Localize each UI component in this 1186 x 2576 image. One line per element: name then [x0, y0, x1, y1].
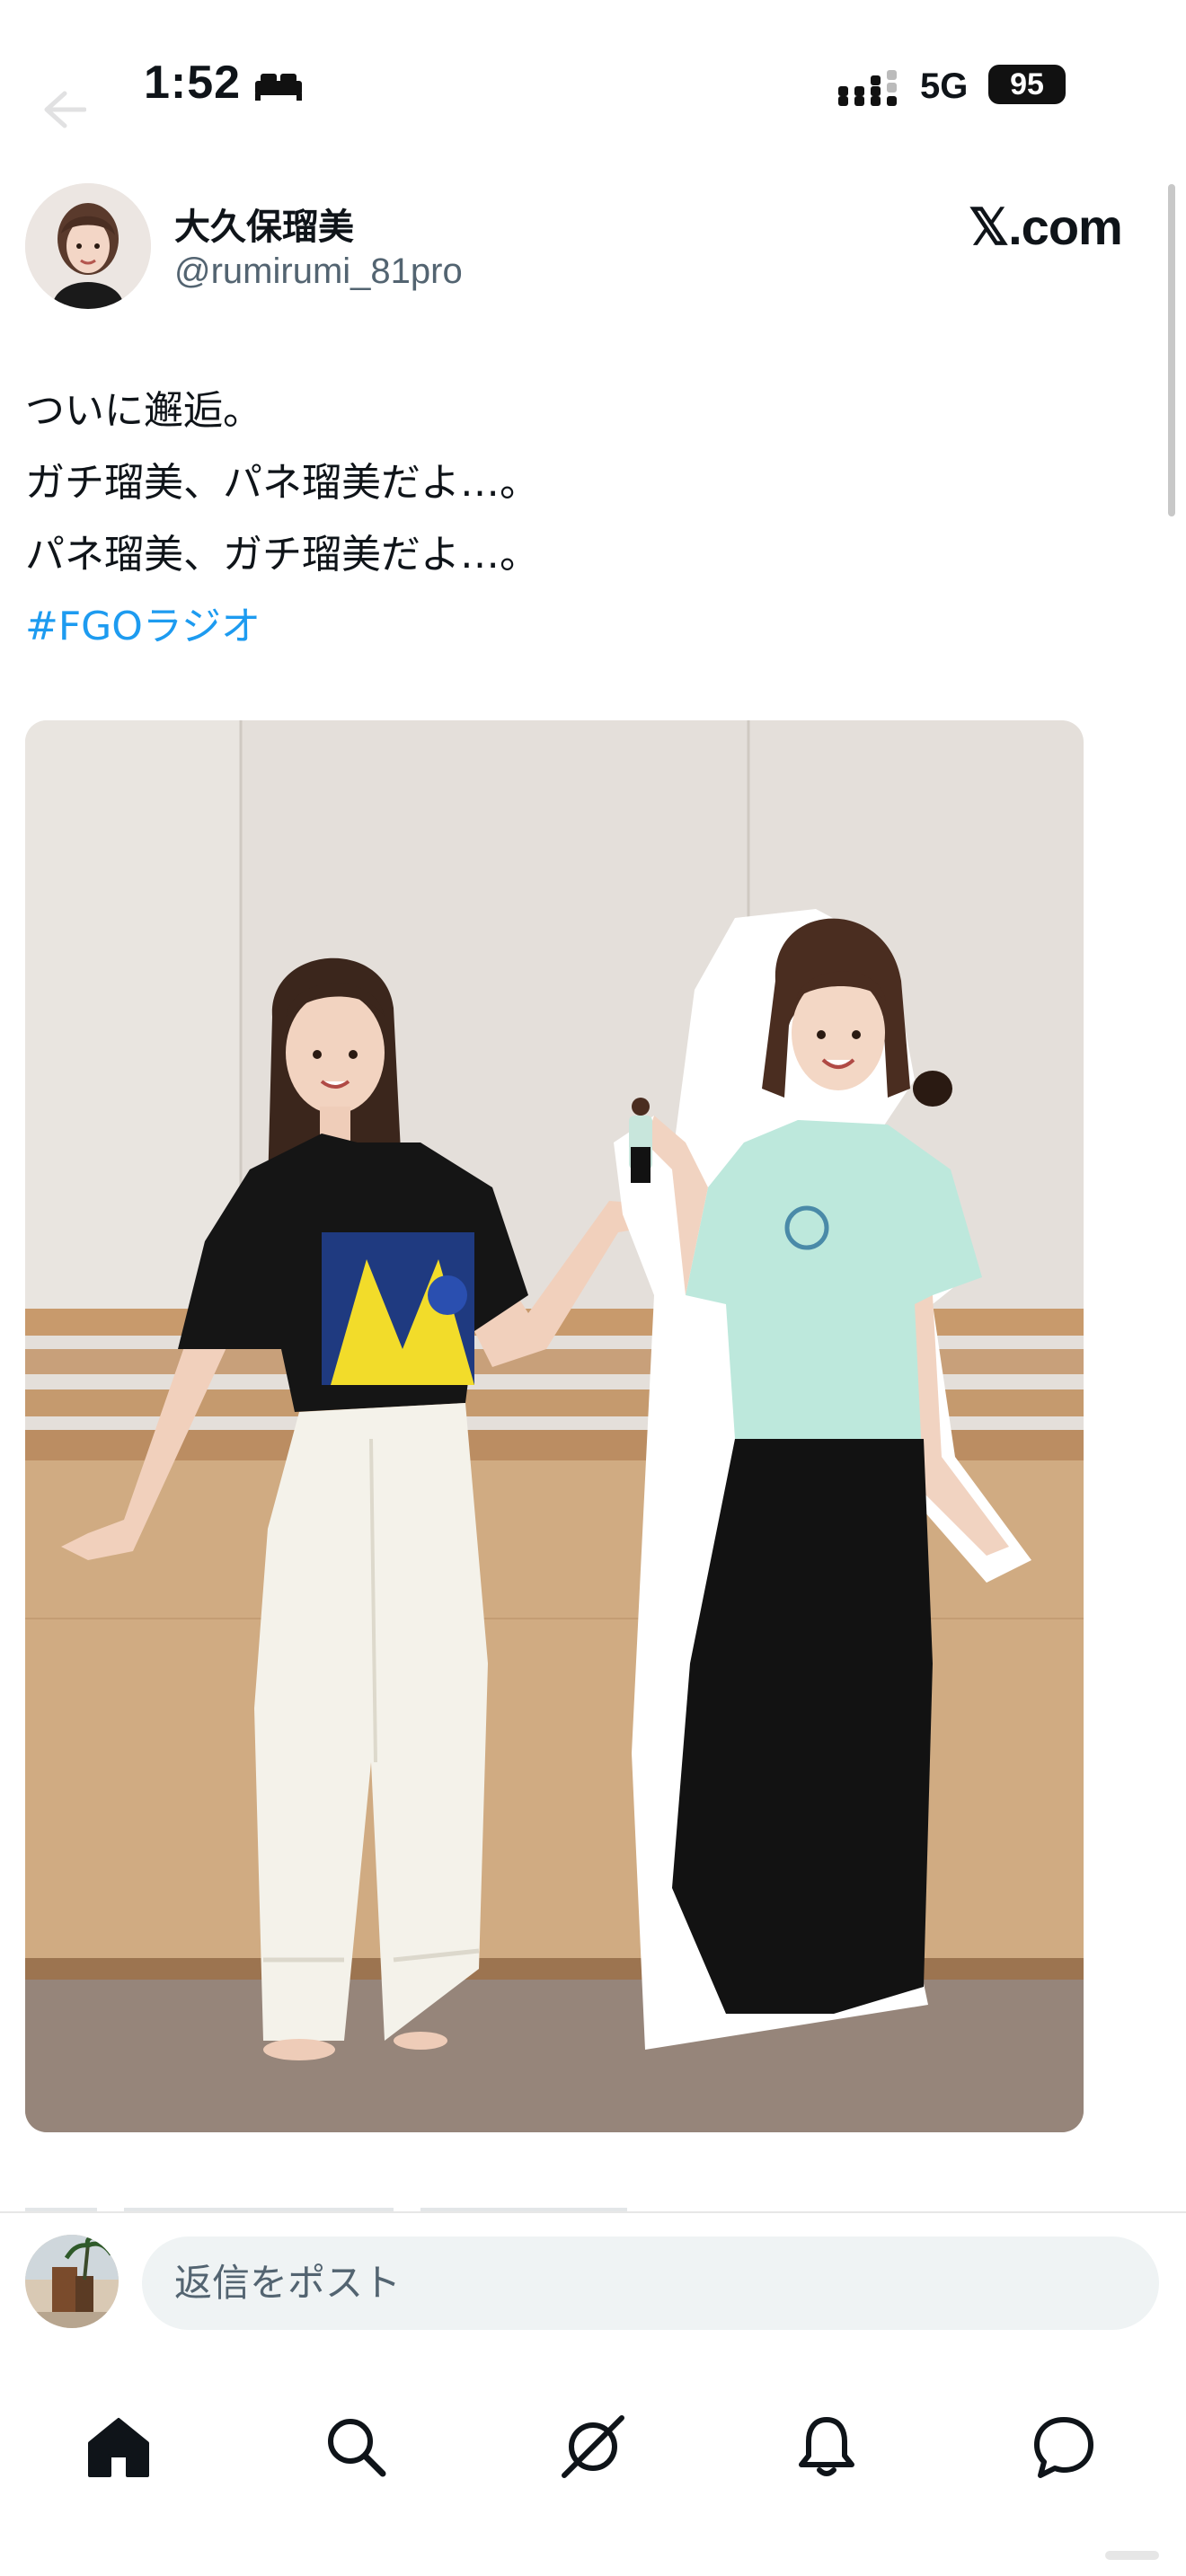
- reply-input[interactable]: 返信をポスト: [142, 2236, 1159, 2330]
- current-user-avatar[interactable]: [25, 2235, 119, 2328]
- grok-icon[interactable]: [557, 2411, 629, 2483]
- status-time: 1:52: [144, 57, 242, 109]
- home-indicator: [1105, 2551, 1159, 2560]
- status-bar: 1:52 5G 95: [0, 0, 1186, 171]
- search-icon[interactable]: [320, 2411, 392, 2483]
- author-display-name[interactable]: 大久保瑠美: [174, 198, 354, 250]
- x-com-source-label: 𝕏.com: [969, 198, 1123, 255]
- scroll-indicator: [1168, 184, 1175, 516]
- post-photo[interactable]: [25, 720, 1084, 2132]
- home-icon[interactable]: [83, 2411, 155, 2483]
- post-text-line: ついに邂逅。: [25, 388, 262, 434]
- hashtag-link[interactable]: #FGOラジオ: [25, 591, 539, 663]
- author-avatar[interactable]: [25, 183, 151, 309]
- cellular-signal-icon: [838, 70, 897, 106]
- back-arrow-icon[interactable]: [43, 90, 86, 129]
- post-text: ついに邂逅。 ガチ瑠美、パネ瑠美だよ…。 パネ瑠美、ガチ瑠美だよ…。 #FGOラ…: [25, 375, 539, 663]
- reply-bar: 返信をポスト: [0, 2211, 1186, 2337]
- author-handle[interactable]: @rumirumi_81pro: [174, 251, 463, 292]
- battery-indicator: 95: [988, 65, 1066, 104]
- messages-icon[interactable]: [1028, 2411, 1100, 2483]
- bottom-tab-bar: [0, 2337, 1186, 2576]
- notifications-icon[interactable]: [791, 2411, 863, 2483]
- post-text-line: ガチ瑠美、パネ瑠美だよ…。: [25, 460, 539, 506]
- sleep-focus-icon: [255, 74, 302, 101]
- network-type: 5G: [920, 66, 969, 106]
- post-text-line: パネ瑠美、ガチ瑠美だよ…。: [25, 532, 539, 578]
